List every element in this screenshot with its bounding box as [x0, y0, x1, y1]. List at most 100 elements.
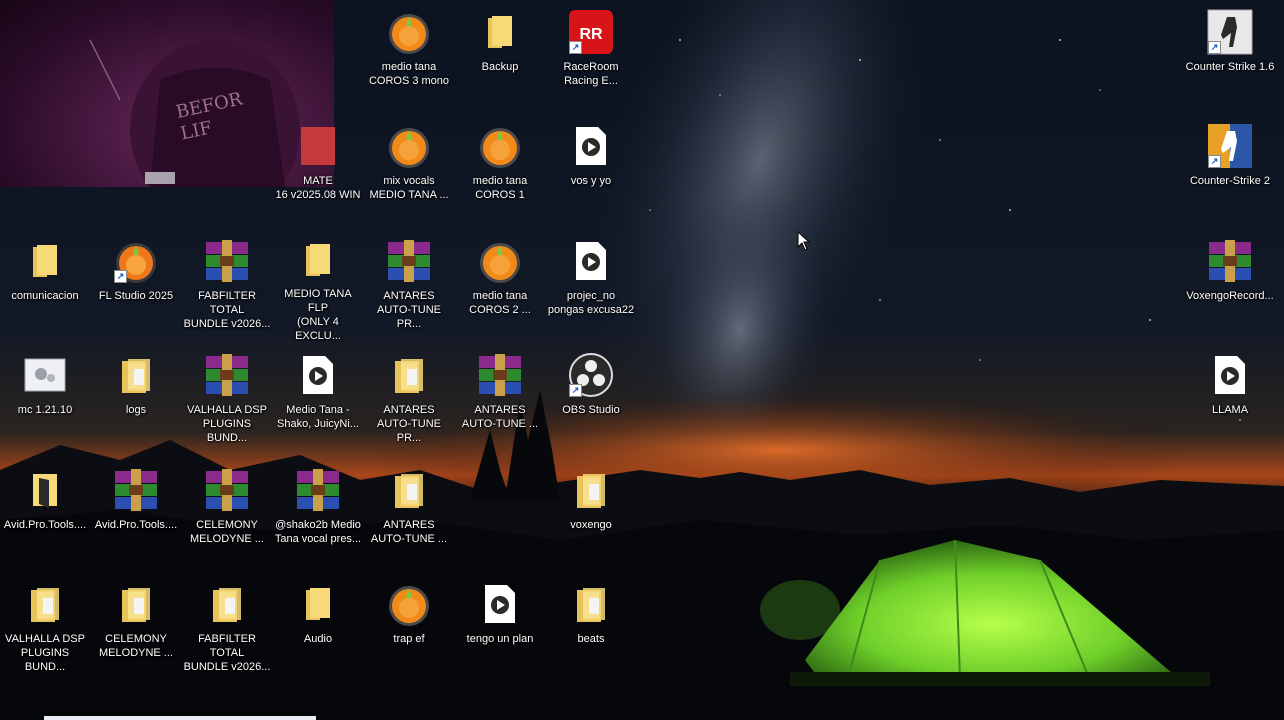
desktop-icon[interactable]: medio tana COROS 2 ... — [455, 231, 545, 341]
desktop-icon-label: FABFILTER TOTAL BUNDLE v2026... — [183, 633, 271, 673]
desktop-icon-label: CELEMONY MELODYNE ... — [99, 633, 173, 659]
winrar-archive-icon — [203, 466, 251, 514]
desktop-icon[interactable]: ANTARES AUTO-TUNE ... — [364, 460, 454, 570]
folder-docs-icon — [385, 351, 433, 399]
desktop-icon[interactable]: logs — [91, 345, 181, 455]
desktop-icon[interactable]: mix vocals MEDIO TANA ... — [364, 116, 454, 226]
desktop-icon[interactable]: ↗ FL Studio 2025 — [91, 231, 181, 341]
desktop-icon[interactable]: Audio — [273, 574, 363, 684]
folder-docs-icon — [112, 580, 160, 628]
desktop-icon-label: LLAMA — [1211, 404, 1249, 416]
desktop-icon[interactable]: Backup — [455, 2, 545, 112]
desktop-icon-label: ANTARES AUTO-TUNE PR... — [377, 290, 441, 330]
folder-icon — [294, 580, 342, 628]
desktop-icon-label: ANTARES AUTO-TUNE ... — [370, 519, 448, 545]
desktop-icon[interactable]: tengo un plan — [455, 574, 545, 684]
desktop-icon[interactable]: ↗ OBS Studio — [546, 345, 636, 455]
counter-strike-2-icon: ↗ — [1206, 122, 1254, 170]
desktop-icon[interactable]: ANTARES AUTO-TUNE PR... — [364, 231, 454, 341]
desktop-icon[interactable]: voxengo — [546, 460, 636, 570]
desktop-icon[interactable]: FABFILTER TOTAL BUNDLE v2026... — [182, 231, 272, 341]
desktop-icon-label: VoxengoRecord... — [1186, 290, 1274, 302]
desktop-icon-label: Medio Tana - Shako, JuicyNi... — [277, 404, 359, 430]
desktop-icon[interactable]: ANTARES AUTO-TUNE ... — [455, 345, 545, 455]
desktop-icon[interactable]: Avid.Pro.Tools.... — [91, 460, 181, 570]
desktop-icon[interactable]: ANTARES AUTO-TUNE PR... — [364, 345, 454, 455]
fl-studio-project-icon — [385, 8, 433, 56]
media-file-icon — [1206, 351, 1254, 399]
desktop-icon-label: Counter-Strike 2 — [1189, 175, 1271, 187]
desktop-icon-label: projec_no pongas excusa22 — [547, 290, 635, 316]
winrar-archive-icon — [1206, 237, 1254, 285]
desktop-icon-label: VALHALLA DSP PLUGINS BUND... — [5, 633, 85, 673]
desktop-icon-label: voxengo — [570, 519, 612, 531]
media-file-icon — [567, 122, 615, 170]
fl-studio-project-icon — [385, 580, 433, 628]
desktop-icon[interactable]: @shako2b Medio Tana vocal pres... — [273, 460, 363, 570]
folder-docs-icon — [385, 466, 433, 514]
desktop-icon[interactable]: trap ef — [364, 574, 454, 684]
folder-icon — [294, 237, 342, 283]
counter-strike-icon: ↗ — [1206, 8, 1254, 56]
shortcut-arrow-icon: ↗ — [114, 270, 127, 283]
desktop-icon[interactable]: comunicacion — [0, 231, 90, 341]
shortcut-arrow-icon: ↗ — [1208, 155, 1221, 168]
folder-icon — [476, 8, 524, 56]
folder-docs-icon — [21, 580, 69, 628]
desktop-icon[interactable]: mc 1.21.10 — [0, 345, 90, 455]
folder-docs-icon — [203, 580, 251, 628]
folder-docs-icon — [567, 466, 615, 514]
desktop-icon-label: FABFILTER TOTAL BUNDLE v2026... — [183, 290, 271, 330]
desktop-icon[interactable]: medio tana COROS 1 — [455, 116, 545, 226]
desktop-icon[interactable]: MEDIO TANA FLP (ONLY 4 EXCLU... — [273, 231, 363, 341]
obs-icon: ↗ — [567, 351, 615, 399]
mouse-pointer-icon — [797, 231, 811, 251]
desktop-icon[interactable]: LLAMA — [1185, 345, 1275, 455]
desktop-icon-label: MATE 16 v2025.08 WIN — [275, 175, 361, 201]
raceroom-icon: RR ↗ — [567, 8, 615, 56]
shortcut-arrow-icon: ↗ — [569, 384, 582, 397]
desktop-icon[interactable]: CELEMONY MELODYNE ... — [182, 460, 272, 570]
desktop-icon-label: medio tana COROS 1 — [472, 175, 528, 201]
desktop-icon[interactable]: Avid.Pro.Tools.... — [0, 460, 90, 570]
folder-icon — [21, 237, 69, 285]
media-file-icon — [294, 351, 342, 399]
desktop-icon[interactable]: RR ↗ RaceRoom Racing E... — [546, 2, 636, 112]
desktop-icon[interactable]: medio tana COROS 3 mono — [364, 2, 454, 112]
winrar-archive-icon — [112, 466, 160, 514]
desktop-icon[interactable]: MATE 16 v2025.08 WIN — [273, 116, 363, 226]
desktop-icon[interactable]: ↗ Counter Strike 1.6 — [1185, 2, 1275, 112]
desktop-icon[interactable]: vos y yo — [546, 116, 636, 226]
media-file-icon — [567, 237, 615, 285]
desktop-icon[interactable]: ↗ Counter-Strike 2 — [1185, 116, 1275, 226]
folder-docs-icon — [567, 580, 615, 628]
fl-studio-project-icon — [385, 122, 433, 170]
desktop-icon[interactable]: FABFILTER TOTAL BUNDLE v2026... — [182, 574, 272, 684]
desktop-icon-label: trap ef — [393, 633, 425, 645]
shortcut-arrow-icon: ↗ — [1208, 41, 1221, 54]
svg-text:RR: RR — [579, 26, 603, 43]
desktop-icon-label: vos y yo — [570, 175, 612, 187]
desktop-icon[interactable]: VoxengoRecord... — [1185, 231, 1275, 341]
desktop-icon-label: medio tana COROS 3 mono — [368, 61, 450, 87]
desktop-icon[interactable]: projec_no pongas excusa22 — [546, 231, 636, 341]
winrar-archive-icon — [203, 351, 251, 399]
desktop-icon-label: beats — [577, 633, 605, 645]
desktop-icon-label: @shako2b Medio Tana vocal pres... — [274, 519, 362, 545]
winrar-archive-icon — [385, 237, 433, 285]
fl-studio-project-icon — [476, 237, 524, 285]
desktop-icon[interactable]: Medio Tana - Shako, JuicyNi... — [273, 345, 363, 455]
desktop-icon-label: ANTARES AUTO-TUNE PR... — [377, 404, 441, 444]
media-file-icon — [476, 580, 524, 628]
desktop-icon-label: VALHALLA DSP PLUGINS BUND... — [187, 404, 267, 444]
desktop-icon-grid: medio tana COROS 3 mono Backup RR ↗ RaceRoom… — [0, 0, 1284, 720]
winrar-archive-icon — [294, 466, 342, 514]
folder-open-icon — [21, 466, 69, 514]
desktop-icon[interactable]: VALHALLA DSP PLUGINS BUND... — [182, 345, 272, 455]
desktop-icon-label: comunicacion — [11, 290, 79, 302]
desktop-icon[interactable]: beats — [546, 574, 636, 684]
desktop-icon-label: OBS Studio — [562, 404, 620, 416]
desktop-icon[interactable]: CELEMONY MELODYNE ... — [91, 574, 181, 684]
desktop-icon[interactable]: VALHALLA DSP PLUGINS BUND... — [0, 574, 90, 684]
desktop-icon-label: Avid.Pro.Tools.... — [3, 519, 87, 531]
